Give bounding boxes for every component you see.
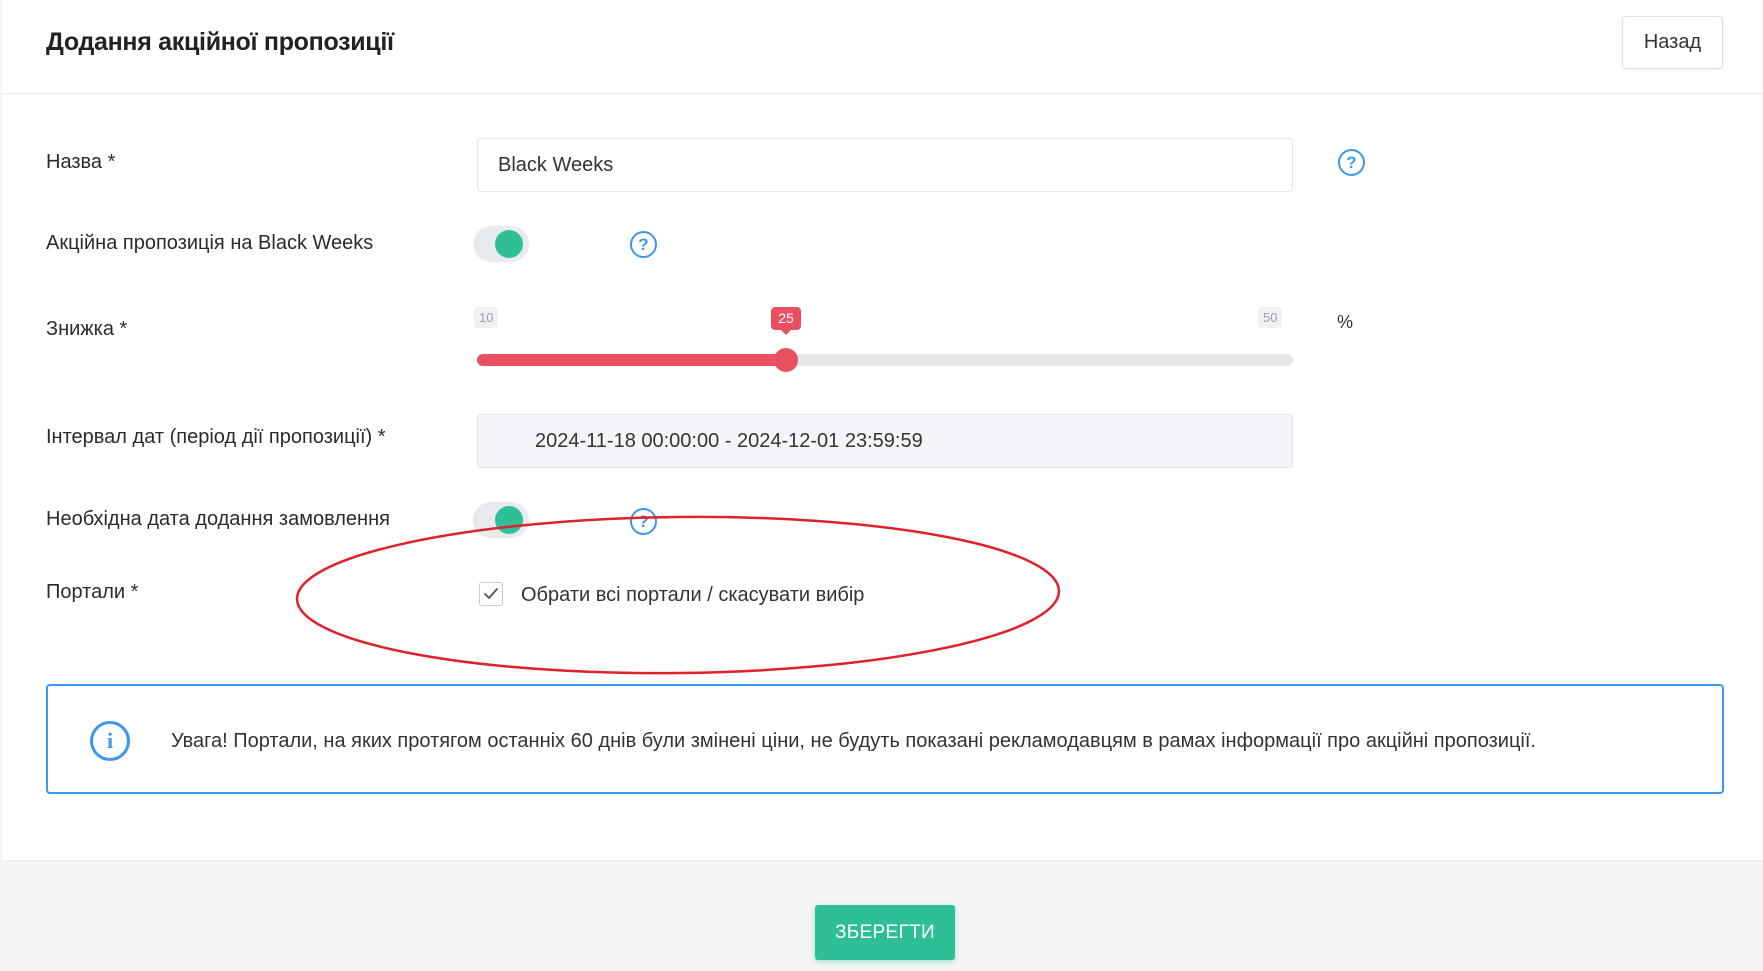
date-interval-label: Інтервал дат (період дії пропозиції) * xyxy=(46,426,386,448)
slider-max-label: 50 xyxy=(1258,307,1283,328)
slider-fill xyxy=(477,354,786,366)
page: Додання акційної пропозиції Назад Назва … xyxy=(2,0,1763,971)
name-label: Назва * xyxy=(46,151,116,173)
form-footer: ЗБЕРЕГТИ xyxy=(2,860,1763,971)
warning-alert: i Увага! Портали, на яких протягом остан… xyxy=(46,684,1724,794)
help-icon[interactable]: ? xyxy=(1338,149,1365,176)
portals-label: Портали * xyxy=(46,581,139,603)
toggle-knob xyxy=(495,230,523,258)
discount-slider-handle[interactable] xyxy=(774,348,798,372)
black-weeks-toggle[interactable] xyxy=(473,226,529,262)
slider-value-badge: 25 xyxy=(771,307,801,335)
discount-slider-track[interactable] xyxy=(477,354,1293,366)
highlight-ellipse xyxy=(295,515,1061,675)
info-icon: i xyxy=(90,721,130,761)
page-title: Додання акційної пропозиції xyxy=(46,28,394,56)
back-button[interactable]: Назад xyxy=(1622,16,1723,69)
save-button[interactable]: ЗБЕРЕГТИ xyxy=(815,905,955,960)
name-input[interactable] xyxy=(477,138,1293,192)
alert-message: Увага! Портали, на яких протягом останні… xyxy=(171,730,1536,752)
date-range-input[interactable] xyxy=(477,414,1293,468)
help-icon[interactable]: ? xyxy=(630,231,657,258)
black-weeks-label: Акційна пропозиція на Black Weeks xyxy=(46,232,374,254)
discount-label: Знижка * xyxy=(46,318,128,340)
discount-unit: % xyxy=(1337,312,1354,332)
slider-min-label: 10 xyxy=(474,307,499,328)
page-header: Додання акційної пропозиції Назад xyxy=(2,0,1763,94)
